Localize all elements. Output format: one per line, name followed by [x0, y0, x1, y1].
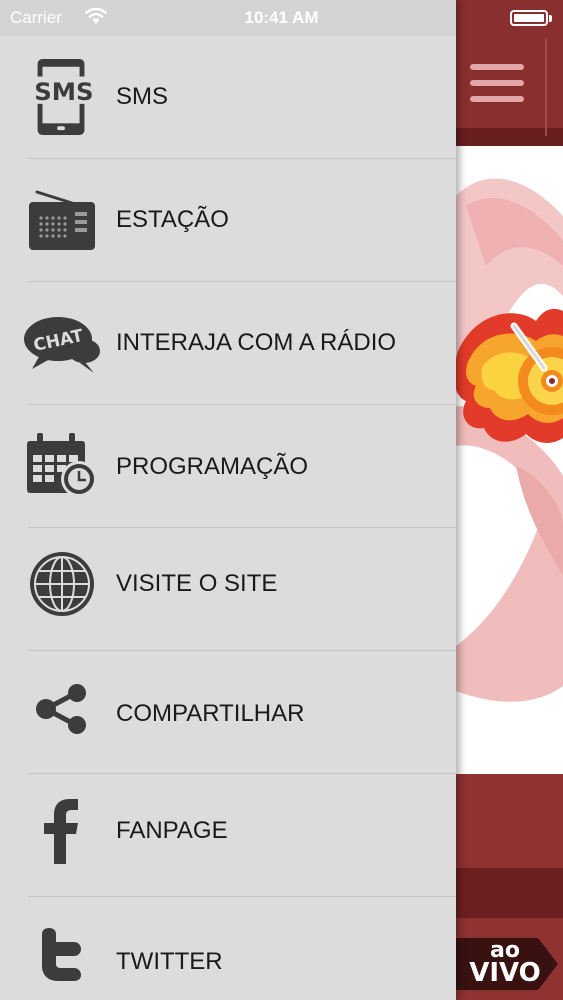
app-main-screen: ao VIVO — [456, 0, 563, 1000]
menu-item-label: FANPAGE — [116, 817, 228, 844]
menu-item-fanpage[interactable]: FANPAGE — [0, 774, 456, 896]
menu-item-label: VISITE O SITE — [116, 570, 278, 597]
player-band-dark — [456, 868, 563, 918]
sms-phone-icon: SMS — [22, 56, 102, 138]
calendar-clock-icon — [22, 429, 102, 501]
sms-icon-text: SMS — [34, 77, 93, 106]
share-icon — [22, 681, 102, 737]
menu-item-label: ESTAÇÃO — [116, 206, 229, 233]
menu-item-label: SMS — [116, 83, 169, 110]
station-logo-artwork — [456, 178, 563, 702]
menu-item-sms[interactable]: SMS SMS — [0, 40, 456, 158]
menu-item-label: COMPARTILHAR — [116, 700, 305, 727]
menu-item-programacao[interactable]: PROGRAMAÇÃO — [0, 405, 456, 527]
radio-icon — [22, 187, 102, 253]
side-menu-drawer: SMS SMS ESTAÇÃO CHAT INTERAJA COM A RÁDI… — [0, 0, 456, 1000]
navbar-divider — [545, 38, 547, 136]
menu-item-label: INTERAJA COM A RÁDIO — [116, 329, 397, 356]
battery-icon — [510, 10, 548, 26]
menu-item-twitter[interactable]: TWITTER — [0, 897, 456, 1000]
status-bar: Carrier 10:41 AM — [0, 0, 563, 36]
menu-item-interaja[interactable]: CHAT INTERAJA COM A RÁDIO — [0, 282, 456, 404]
globe-icon — [22, 548, 102, 620]
menu-item-compartilhar[interactable]: COMPARTILHAR — [0, 651, 456, 773]
station-artwork — [456, 146, 563, 774]
live-label-line2: VIVO — [469, 958, 541, 988]
status-time: 10:41 AM — [244, 8, 319, 27]
battery-nub — [549, 15, 552, 22]
menu-item-estacao[interactable]: ESTAÇÃO — [0, 159, 456, 281]
menu-item-visite-site[interactable]: VISITE O SITE — [0, 528, 456, 650]
hamburger-icon[interactable] — [470, 64, 528, 112]
player-band — [456, 774, 563, 868]
chat-icon: CHAT — [22, 308, 102, 378]
facebook-icon — [22, 796, 102, 866]
twitter-icon — [22, 927, 102, 983]
menu-item-label: TWITTER — [116, 948, 223, 975]
menu-item-label: PROGRAMAÇÃO — [116, 453, 309, 480]
